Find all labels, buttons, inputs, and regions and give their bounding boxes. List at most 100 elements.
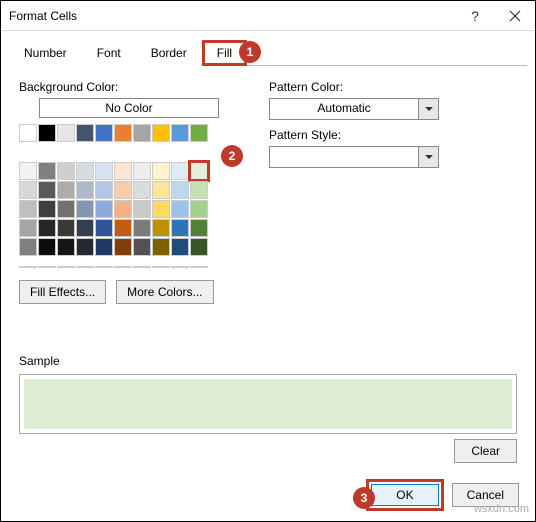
no-color-button[interactable]: No Color xyxy=(39,98,219,118)
color-swatch[interactable] xyxy=(114,219,132,237)
color-swatch[interactable] xyxy=(57,238,75,256)
color-swatch[interactable] xyxy=(76,238,94,256)
color-swatch[interactable] xyxy=(190,238,208,256)
color-swatch[interactable] xyxy=(133,219,151,237)
standard-color-row xyxy=(19,266,239,268)
color-swatch[interactable] xyxy=(114,124,132,142)
sample-box xyxy=(19,374,517,434)
color-swatch[interactable] xyxy=(76,181,94,199)
pattern-style-label: Pattern Style: xyxy=(269,128,517,142)
color-swatch[interactable] xyxy=(95,124,113,142)
callout-1: 1 xyxy=(239,41,261,63)
color-swatch[interactable] xyxy=(152,238,170,256)
tab-border[interactable]: Border xyxy=(136,40,202,66)
tab-font[interactable]: Font xyxy=(82,40,136,66)
color-swatch[interactable] xyxy=(57,181,75,199)
clear-button[interactable]: Clear xyxy=(454,439,517,463)
color-swatch[interactable] xyxy=(114,200,132,218)
color-swatch[interactable] xyxy=(133,238,151,256)
fill-effects-button[interactable]: Fill Effects... xyxy=(19,280,106,304)
color-swatch[interactable] xyxy=(38,238,56,256)
color-swatch[interactable] xyxy=(171,181,189,199)
pattern-color-dropdown[interactable]: Automatic xyxy=(269,98,439,120)
standard-color-swatch[interactable] xyxy=(76,266,94,268)
titlebar: Format Cells ? xyxy=(1,1,535,31)
callout-2: 2 xyxy=(221,145,243,167)
color-swatch[interactable] xyxy=(76,162,94,180)
color-swatch[interactable] xyxy=(76,124,94,142)
standard-color-swatch[interactable] xyxy=(19,266,37,268)
theme-color-grid xyxy=(19,124,239,256)
color-swatch[interactable] xyxy=(114,181,132,199)
color-swatch[interactable] xyxy=(114,238,132,256)
color-swatch[interactable] xyxy=(190,124,208,142)
color-swatch[interactable] xyxy=(19,162,37,180)
more-colors-button[interactable]: More Colors... xyxy=(116,280,213,304)
pattern-color-label: Pattern Color: xyxy=(269,80,517,94)
color-swatch[interactable] xyxy=(190,200,208,218)
background-color-label: Background Color: xyxy=(19,80,239,94)
tab-strip: Number Font Border Fill xyxy=(9,39,527,66)
color-swatch[interactable] xyxy=(133,162,151,180)
standard-color-swatch[interactable] xyxy=(133,266,151,268)
standard-color-swatch[interactable] xyxy=(171,266,189,268)
color-swatch[interactable] xyxy=(171,162,189,180)
help-button[interactable]: ? xyxy=(455,1,495,31)
ok-button[interactable]: OK xyxy=(371,484,438,506)
color-swatch[interactable] xyxy=(171,219,189,237)
color-swatch[interactable] xyxy=(57,124,75,142)
standard-color-swatch[interactable] xyxy=(190,266,208,268)
color-swatch[interactable] xyxy=(114,162,132,180)
color-swatch[interactable] xyxy=(95,219,113,237)
pattern-style-value xyxy=(270,147,418,167)
color-swatch[interactable] xyxy=(19,181,37,199)
tab-number[interactable]: Number xyxy=(9,40,82,66)
color-swatch[interactable] xyxy=(133,181,151,199)
standard-color-swatch[interactable] xyxy=(114,266,132,268)
callout-3: 3 xyxy=(353,487,375,509)
color-swatch[interactable] xyxy=(19,238,37,256)
color-swatch[interactable] xyxy=(38,200,56,218)
color-swatch[interactable] xyxy=(19,200,37,218)
color-swatch[interactable] xyxy=(38,124,56,142)
color-swatch[interactable] xyxy=(152,200,170,218)
color-swatch[interactable] xyxy=(171,124,189,142)
standard-color-swatch[interactable] xyxy=(152,266,170,268)
color-swatch[interactable] xyxy=(57,200,75,218)
color-swatch[interactable] xyxy=(152,162,170,180)
color-swatch[interactable] xyxy=(95,162,113,180)
color-swatch[interactable] xyxy=(152,181,170,199)
standard-color-swatch[interactable] xyxy=(57,266,75,268)
color-swatch[interactable] xyxy=(76,200,94,218)
color-swatch[interactable] xyxy=(152,124,170,142)
color-swatch[interactable] xyxy=(190,181,208,199)
color-swatch[interactable] xyxy=(57,219,75,237)
color-swatch[interactable] xyxy=(95,238,113,256)
color-swatch[interactable] xyxy=(38,181,56,199)
dialog-body: Background Color: No Color Fill Effects.… xyxy=(1,66,535,468)
color-swatch[interactable] xyxy=(38,162,56,180)
color-swatch[interactable] xyxy=(95,200,113,218)
color-swatch[interactable] xyxy=(19,124,37,142)
color-swatch[interactable] xyxy=(190,219,208,237)
color-swatch[interactable] xyxy=(190,162,208,180)
color-swatch[interactable] xyxy=(95,181,113,199)
color-swatch[interactable] xyxy=(19,219,37,237)
color-swatch[interactable] xyxy=(133,124,151,142)
color-swatch[interactable] xyxy=(38,219,56,237)
color-swatch[interactable] xyxy=(171,238,189,256)
color-swatch[interactable] xyxy=(76,219,94,237)
pattern-color-value: Automatic xyxy=(270,99,418,119)
color-swatch[interactable] xyxy=(171,200,189,218)
color-swatch[interactable] xyxy=(133,200,151,218)
watermark: wsxdn.com xyxy=(474,503,529,515)
ok-button-highlight: OK xyxy=(366,479,443,511)
standard-color-swatch[interactable] xyxy=(38,266,56,268)
format-cells-dialog: Format Cells ? Number Font Border Fill 1… xyxy=(0,0,536,522)
color-swatch[interactable] xyxy=(152,219,170,237)
close-button[interactable] xyxy=(495,1,535,31)
pattern-style-dropdown[interactable] xyxy=(269,146,439,168)
close-icon xyxy=(509,10,521,22)
standard-color-swatch[interactable] xyxy=(95,266,113,268)
color-swatch[interactable] xyxy=(57,162,75,180)
